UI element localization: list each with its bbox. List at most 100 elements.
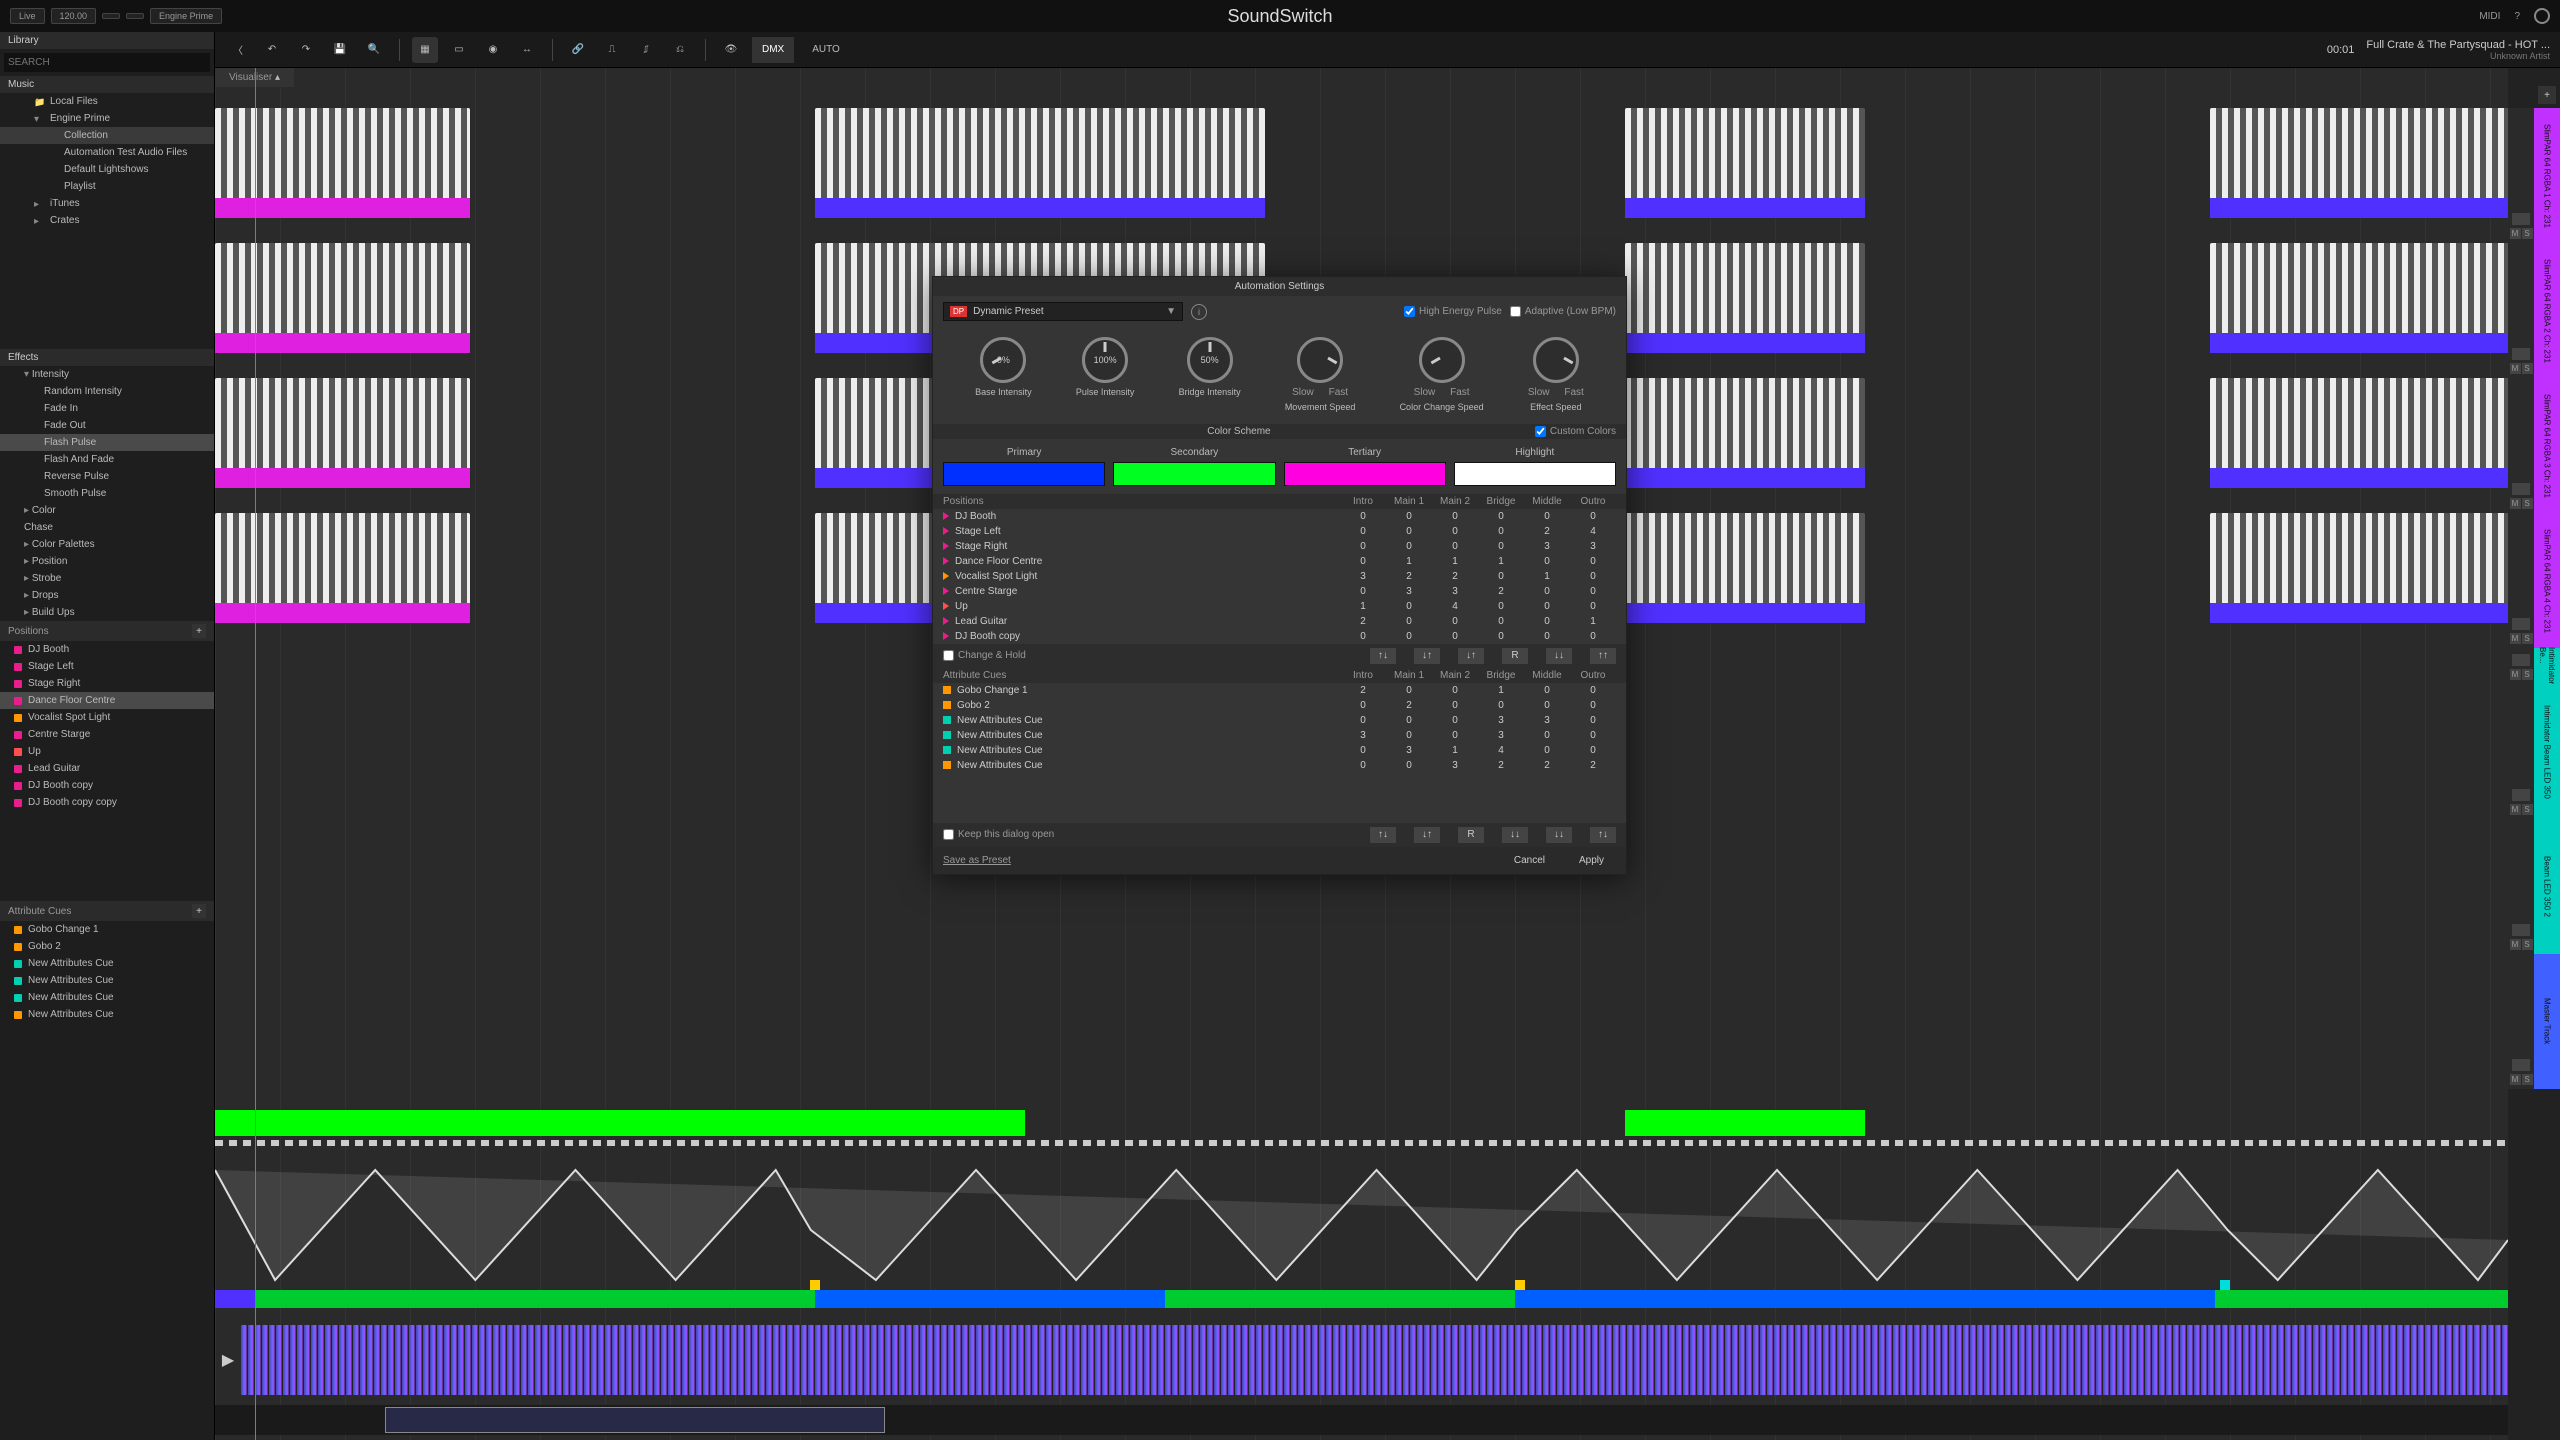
effect-item[interactable]: Random Intensity bbox=[0, 383, 214, 400]
table-row[interactable]: New Attributes Cue031400 bbox=[933, 743, 1626, 758]
preset-dropdown[interactable]: DP Dynamic Preset ▼ bbox=[943, 302, 1183, 321]
clip[interactable] bbox=[215, 108, 470, 218]
track-label[interactable]: SlimPAR 64 RGBA 3 Ch: 231 bbox=[2534, 378, 2560, 513]
knob[interactable]: 0%Base Intensity bbox=[975, 337, 1032, 414]
bpm-display[interactable]: 120.00 bbox=[51, 8, 97, 24]
position-item[interactable]: DJ Booth copy copy bbox=[0, 794, 214, 811]
sort-button[interactable]: R bbox=[1502, 648, 1528, 664]
add-position-button[interactable]: + bbox=[192, 624, 206, 638]
knob[interactable]: 50%Bridge Intensity bbox=[1179, 337, 1241, 414]
back-button[interactable]: 〈 bbox=[225, 37, 251, 63]
keep-open-checkbox[interactable]: Keep this dialog open bbox=[943, 829, 1054, 840]
play-button[interactable]: ▶ bbox=[215, 1347, 241, 1373]
color-swatch[interactable] bbox=[943, 462, 1105, 486]
effect-item[interactable]: Smooth Pulse bbox=[0, 485, 214, 502]
position-item[interactable]: DJ Booth copy bbox=[0, 777, 214, 794]
search-input[interactable] bbox=[4, 53, 210, 72]
clip[interactable] bbox=[1625, 378, 1865, 488]
span-button[interactable]: ↔ bbox=[514, 37, 540, 63]
save-button[interactable]: 💾 bbox=[327, 37, 353, 63]
table-row[interactable]: DJ Booth000000 bbox=[933, 509, 1626, 524]
clip[interactable] bbox=[1625, 513, 1865, 623]
position-item[interactable]: Stage Left bbox=[0, 658, 214, 675]
effect-item[interactable]: Reverse Pulse bbox=[0, 468, 214, 485]
table-row[interactable]: Gobo 2020000 bbox=[933, 698, 1626, 713]
clip-green[interactable] bbox=[215, 1110, 1025, 1136]
track-label[interactable]: SlimPAR 64 RGBA 1 Ch: 231 bbox=[2534, 108, 2560, 243]
list-view-button[interactable]: ▭ bbox=[446, 37, 472, 63]
marker-cyan[interactable] bbox=[2220, 1280, 2230, 1290]
clip[interactable] bbox=[215, 513, 470, 623]
table-row[interactable]: Centre Starge033200 bbox=[933, 584, 1626, 599]
sort-button[interactable]: ↑↓ bbox=[1370, 648, 1396, 664]
attrcue-item[interactable]: Gobo Change 1 bbox=[0, 921, 214, 938]
knob[interactable]: SlowFastColor Change Speed bbox=[1400, 337, 1484, 414]
high-energy-checkbox[interactable]: High Energy Pulse bbox=[1404, 306, 1502, 317]
table-row[interactable]: Up104000 bbox=[933, 599, 1626, 614]
redo-button[interactable]: ↷ bbox=[293, 37, 319, 63]
position-item[interactable]: Centre Starge bbox=[0, 726, 214, 743]
sliders-button[interactable]: ⎍ bbox=[599, 37, 625, 63]
change-hold-checkbox[interactable]: Change & Hold bbox=[943, 650, 1026, 661]
attrcue-item[interactable]: New Attributes Cue bbox=[0, 1006, 214, 1023]
position-item[interactable]: Stage Right bbox=[0, 675, 214, 692]
clip-green[interactable] bbox=[1625, 1110, 1865, 1136]
library-item[interactable]: Playlist bbox=[0, 178, 214, 195]
position-item[interactable]: Up bbox=[0, 743, 214, 760]
track-label[interactable]: Intimidator Beam LED 350 bbox=[2534, 684, 2560, 819]
overview-waveform[interactable] bbox=[215, 1405, 2508, 1435]
apply-button[interactable]: Apply bbox=[1567, 853, 1616, 868]
effect-item[interactable]: Position bbox=[0, 553, 214, 570]
table-row[interactable]: DJ Booth copy000000 bbox=[933, 629, 1626, 644]
link-button[interactable]: 🔗 bbox=[565, 37, 591, 63]
track-controls[interactable]: MS bbox=[2508, 378, 2534, 513]
library-item[interactable]: Automation Test Audio Files bbox=[0, 144, 214, 161]
effect-item[interactable]: Build Ups bbox=[0, 604, 214, 621]
auto-button[interactable]: AUTO bbox=[802, 37, 850, 63]
attrcue-item[interactable]: New Attributes Cue bbox=[0, 989, 214, 1006]
track-controls[interactable]: MS bbox=[2508, 819, 2534, 954]
track-row[interactable] bbox=[215, 108, 2508, 238]
library-item[interactable]: Engine Prime bbox=[0, 110, 214, 127]
sort-button[interactable]: ↓↑ bbox=[1414, 827, 1440, 843]
clip[interactable] bbox=[1625, 108, 1865, 218]
track-controls[interactable]: MS bbox=[2508, 108, 2534, 243]
disc-button[interactable]: ◉ bbox=[480, 37, 506, 63]
table-row[interactable]: New Attributes Cue003222 bbox=[933, 758, 1626, 773]
knob[interactable]: 100%Pulse Intensity bbox=[1076, 337, 1135, 414]
library-item[interactable]: Crates bbox=[0, 212, 214, 229]
sort-button[interactable]: ↓↑ bbox=[1414, 648, 1440, 664]
track-controls[interactable]: MS bbox=[2508, 954, 2534, 1089]
source-button[interactable]: Engine Prime bbox=[150, 8, 222, 24]
effect-item[interactable]: Color Palettes bbox=[0, 536, 214, 553]
color-swatch[interactable] bbox=[1454, 462, 1616, 486]
knob[interactable]: SlowFastMovement Speed bbox=[1285, 337, 1356, 414]
track-controls[interactable]: MS bbox=[2508, 648, 2534, 684]
sort-button[interactable]: ↓↑ bbox=[1458, 648, 1484, 664]
clip[interactable] bbox=[2210, 108, 2510, 218]
effect-item[interactable]: Fade In bbox=[0, 400, 214, 417]
effect-item[interactable]: Color bbox=[0, 502, 214, 519]
library-item[interactable]: Default Lightshows bbox=[0, 161, 214, 178]
position-item[interactable]: Vocalist Spot Light bbox=[0, 709, 214, 726]
sort-button[interactable]: ↓↓ bbox=[1502, 827, 1528, 843]
sort-button[interactable]: ↑↓ bbox=[1590, 827, 1616, 843]
tune-button[interactable]: ⎎ bbox=[633, 37, 659, 63]
waveform[interactable] bbox=[241, 1325, 2508, 1395]
effect-item[interactable]: Flash Pulse bbox=[0, 434, 214, 451]
sort-button[interactable]: ↑↓ bbox=[1370, 827, 1396, 843]
table-row[interactable]: Dance Floor Centre011100 bbox=[933, 554, 1626, 569]
position-item[interactable]: Dance Floor Centre bbox=[0, 692, 214, 709]
track-label[interactable]: SlimPAR 64 RGBA 4 Ch: 231 bbox=[2534, 513, 2560, 648]
effect-item[interactable]: Drops bbox=[0, 587, 214, 604]
effect-item[interactable]: Intensity bbox=[0, 366, 214, 383]
mic-button[interactable]: ⎌ bbox=[667, 37, 693, 63]
eye-button[interactable]: 👁 bbox=[718, 37, 744, 63]
position-item[interactable]: DJ Booth bbox=[0, 641, 214, 658]
track-label[interactable]: Beam LED 350 2 bbox=[2534, 819, 2560, 954]
sort-button[interactable]: ↓↓ bbox=[1546, 648, 1572, 664]
knob[interactable]: SlowFastEffect Speed bbox=[1528, 337, 1584, 414]
sort-button[interactable]: ↓↓ bbox=[1546, 827, 1572, 843]
table-row[interactable]: Stage Left000024 bbox=[933, 524, 1626, 539]
help-button[interactable]: ? bbox=[2514, 11, 2520, 22]
